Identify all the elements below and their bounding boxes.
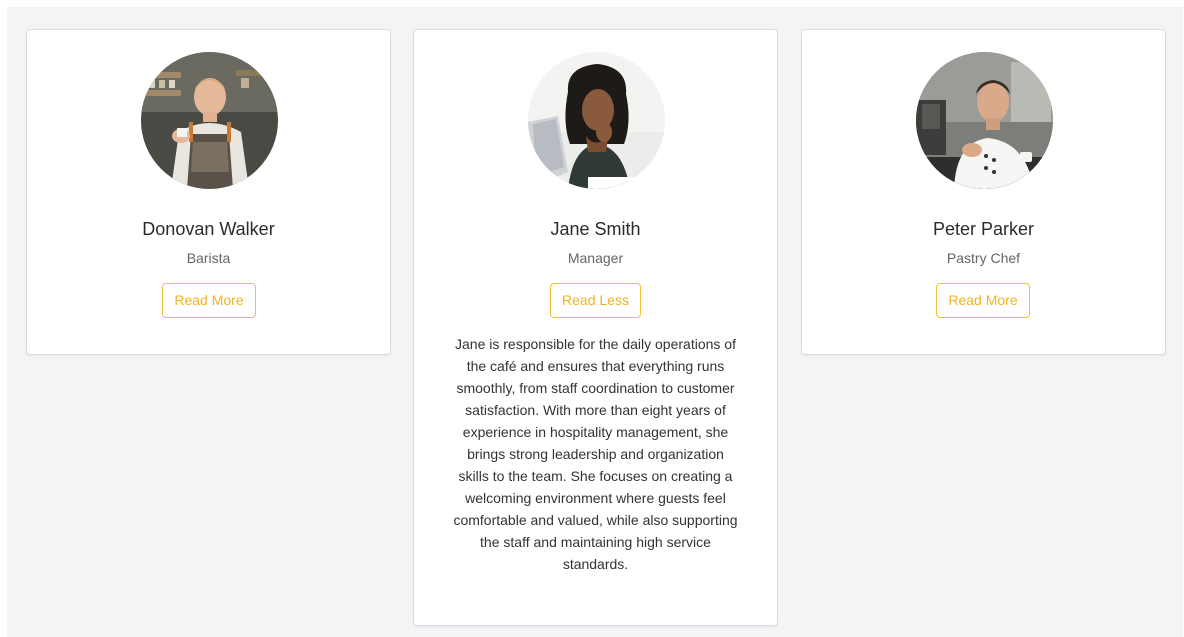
member-name: Jane Smith	[550, 219, 641, 239]
barista-photo-image	[140, 52, 278, 189]
team-card-jane-smith: Jane Smith Manager Read Less Jane is res…	[413, 29, 778, 626]
avatar-manager	[527, 52, 665, 189]
team-section: Donovan Walker Barista Read More Jane Sm…	[7, 7, 1183, 637]
chef-photo-image	[915, 52, 1053, 189]
member-role: Manager	[567, 250, 624, 266]
avatar-barista	[140, 52, 278, 189]
member-role: Pastry Chef	[946, 250, 1021, 266]
member-name: Donovan Walker	[142, 219, 275, 239]
member-role: Barista	[186, 250, 231, 266]
read-more-button[interactable]: Read More	[936, 283, 1030, 318]
manager-photo-image	[527, 52, 665, 189]
avatar-pastry-chef	[915, 52, 1053, 189]
team-card-peter-parker: Peter Parker Pastry Chef Read More	[801, 29, 1166, 355]
member-name: Peter Parker	[932, 219, 1035, 239]
member-bio: Jane is responsible for the daily operat…	[453, 336, 738, 572]
team-card-donovan-walker: Donovan Walker Barista Read More	[26, 29, 391, 355]
read-more-button[interactable]: Read More	[162, 283, 256, 318]
read-less-button[interactable]: Read Less	[550, 283, 641, 318]
